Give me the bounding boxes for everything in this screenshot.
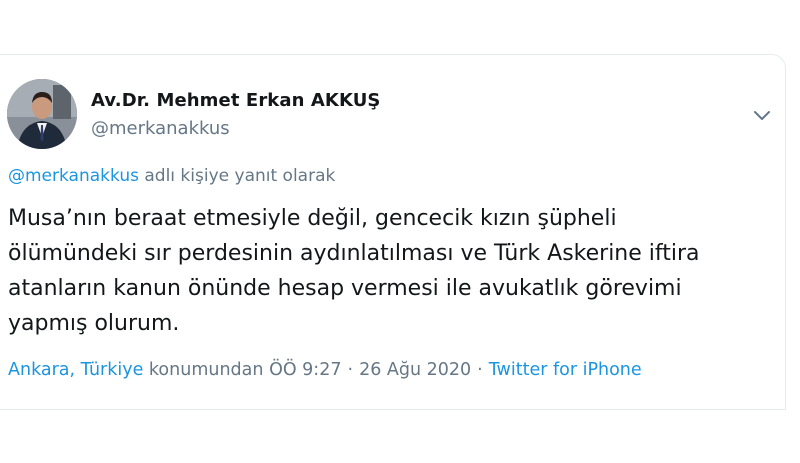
tweet-card: Av.Dr. Mehmet Erkan AKKUŞ @merkanakkus @… xyxy=(0,54,786,410)
separator: · xyxy=(347,360,354,380)
reply-mention-link[interactable]: @merkanakkus xyxy=(8,166,139,186)
reply-context-text: adlı kişiye yanıt olarak xyxy=(138,166,336,186)
avatar-image xyxy=(7,79,77,149)
tweet-text: Musa’nın beraat etmesiyle değil, genceci… xyxy=(8,206,700,336)
separator: · xyxy=(477,360,483,380)
page: Av.Dr. Mehmet Erkan AKKUŞ @merkanakkus @… xyxy=(0,0,800,463)
source-link[interactable]: Twitter for iPhone xyxy=(489,360,642,380)
author-display-name[interactable]: Av.Dr. Mehmet Erkan AKKUŞ xyxy=(91,90,380,111)
chevron-down-icon[interactable] xyxy=(752,107,772,121)
avatar[interactable] xyxy=(7,79,77,149)
tweet-time[interactable]: ÖÖ 9:27 xyxy=(269,360,341,380)
tweet-meta: Ankara, Türkiye konumundan ÖÖ 9:27 · 26 Ağ… xyxy=(8,360,642,380)
reply-context: @merkanakkus adlı kişiye yanıt olarak xyxy=(8,166,335,186)
tweet-date[interactable]: 26 Ağu 2020 xyxy=(359,360,471,380)
location-link[interactable]: Ankara, Türkiye xyxy=(8,360,143,380)
author-handle[interactable]: @merkanakkus xyxy=(91,118,230,139)
location-suffix: konumundan xyxy=(143,360,264,380)
